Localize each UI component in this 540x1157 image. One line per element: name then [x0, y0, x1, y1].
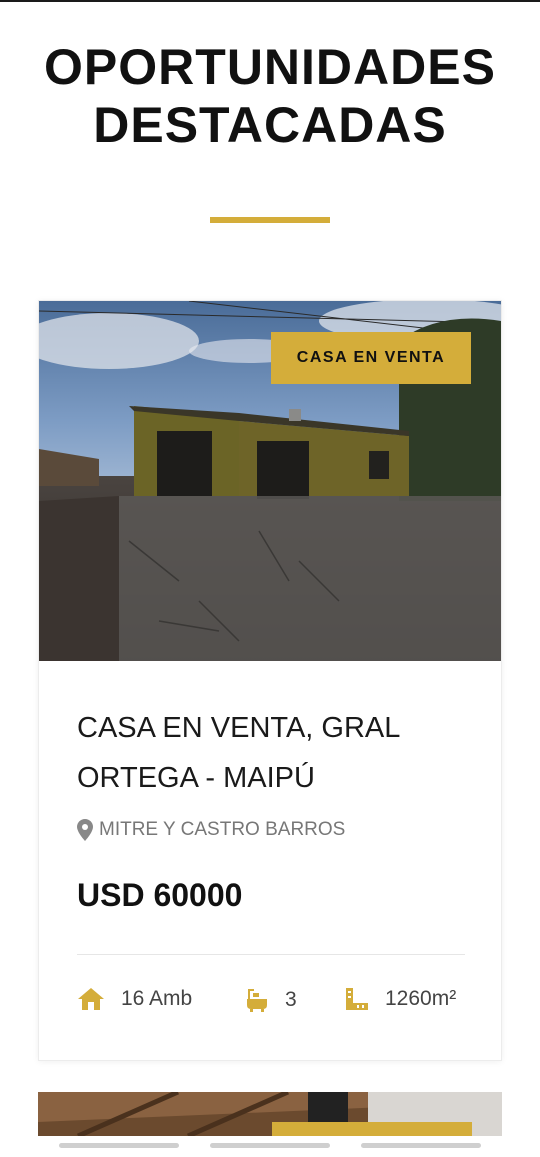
- rooms-value: 16 Amb: [121, 987, 193, 1010]
- property-address: MITRE Y CASTRO BARROS: [77, 819, 345, 841]
- bathtub-icon: [247, 989, 267, 1012]
- property-price: USD 60000: [77, 877, 243, 913]
- bathrooms-value: 3: [285, 988, 297, 1011]
- section-title-line2: DESTACADAS: [93, 97, 447, 153]
- carousel-dot[interactable]: [210, 1143, 330, 1148]
- ruler-area-icon: [346, 988, 368, 1010]
- address-text: MITRE Y CASTRO BARROS: [99, 819, 346, 840]
- area-value: 1260m²: [385, 987, 457, 1010]
- property-features: 16 Amb 3 1260m²: [77, 987, 477, 1017]
- carousel-dot[interactable]: [361, 1143, 481, 1148]
- next-listing-badge: [272, 1122, 472, 1136]
- feature-area: 1260m²: [345, 987, 456, 1011]
- property-photo[interactable]: CASA EN VENTA: [39, 301, 501, 661]
- next-property-card[interactable]: [38, 1092, 502, 1136]
- feature-rooms: 16 Amb: [77, 987, 192, 1011]
- carousel-indicators: [0, 1143, 540, 1149]
- carousel-dot[interactable]: [59, 1143, 179, 1148]
- section-title-line1: OPORTUNIDADES: [44, 39, 496, 95]
- feature-bathrooms: 3: [245, 987, 297, 1013]
- property-card[interactable]: CASA EN VENTA CASA EN VENTA, GRAL ORTEGA…: [38, 300, 502, 1061]
- title-underline: [210, 217, 330, 223]
- listing-type-badge: CASA EN VENTA: [271, 332, 471, 384]
- property-title[interactable]: CASA EN VENTA, GRAL ORTEGA - MAIPÚ: [77, 703, 477, 803]
- divider: [77, 954, 465, 955]
- home-icon: [78, 988, 104, 1010]
- section-title: OPORTUNIDADES DESTACADAS: [0, 38, 540, 154]
- top-border: [0, 0, 540, 2]
- map-pin-icon: [77, 819, 93, 841]
